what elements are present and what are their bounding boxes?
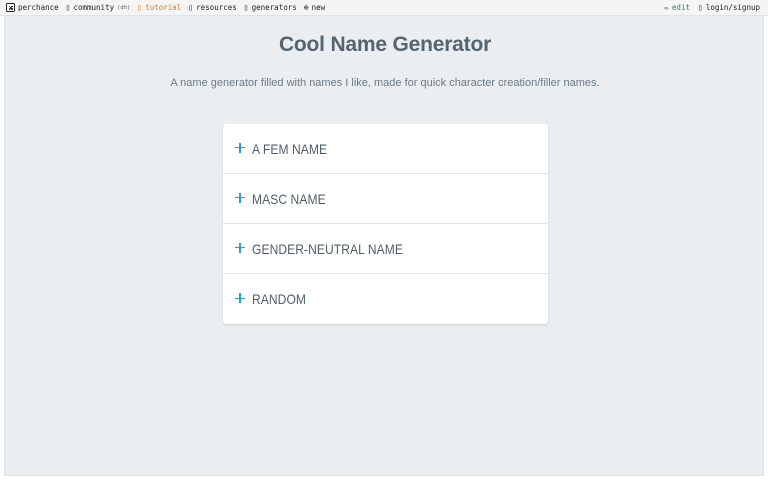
nav-login[interactable]: ▯ login/signup [698,3,760,12]
plus-icon [235,192,245,203]
user-icon: ▯ [697,2,703,12]
option-masc-name[interactable]: MASC NAME [223,174,548,224]
page-title: Cool Name Generator [278,33,492,56]
nav-generators[interactable]: ▯ generators [244,3,297,12]
plus-circle-icon: ⊕ [303,2,309,12]
nav-perchance-label: perchance [18,3,59,12]
nav-edit-label: edit [671,3,690,12]
nav-resources[interactable]: ▯ resources [188,3,236,12]
folder-icon: ▯ [188,2,194,12]
nav-left: perchance ▯ community (dh) ▯ tutorial ▯ … [6,3,325,12]
name-options-list: A FEM NAME MASC NAME GENDER-NEUTRAL NAME… [223,124,548,324]
nav-community-label: community [73,3,115,12]
nav-generators-label: generators [251,3,297,12]
dice-icon [6,3,15,12]
nav-right: ✏ edit ▯ login/signup [664,3,760,12]
option-fem-name[interactable]: A FEM NAME [223,124,548,174]
nav-tutorial-label: tutorial [145,3,182,12]
option-label: GENDER-NEUTRAL NAME [252,240,404,257]
nav-new[interactable]: ⊕ new [304,3,325,12]
pencil-icon: ✏ [664,2,669,12]
chat-icon: ▯ [65,2,71,12]
option-label: RANDOM [252,291,307,307]
nav-perchance[interactable]: perchance [6,3,59,12]
nav-tutorial[interactable]: ▯ tutorial [137,3,181,12]
nav-new-label: new [311,3,326,12]
nav-resources-label: resources [196,3,237,12]
plus-icon [235,142,245,153]
option-random[interactable]: RANDOM [223,274,548,324]
top-nav: perchance ▯ community (dh) ▯ tutorial ▯ … [0,0,768,16]
option-label: MASC NAME [252,190,326,207]
nav-edit[interactable]: ✏ edit [664,3,690,12]
plus-icon [235,293,245,303]
nav-login-label: login/signup [705,3,760,12]
nav-community[interactable]: ▯ community (dh) [66,3,131,12]
nav-community-tag: (dh) [117,4,131,11]
page-subtitle: A name generator filled with names I lik… [170,77,600,89]
option-label: A FEM NAME [252,140,328,157]
grid-icon: ▯ [243,2,249,12]
book-icon: ▯ [137,2,143,12]
option-gender-neutral-name[interactable]: GENDER-NEUTRAL NAME [223,224,548,274]
generator-panel: Cool Name Generator A name generator fil… [4,16,764,476]
plus-icon [235,242,245,253]
